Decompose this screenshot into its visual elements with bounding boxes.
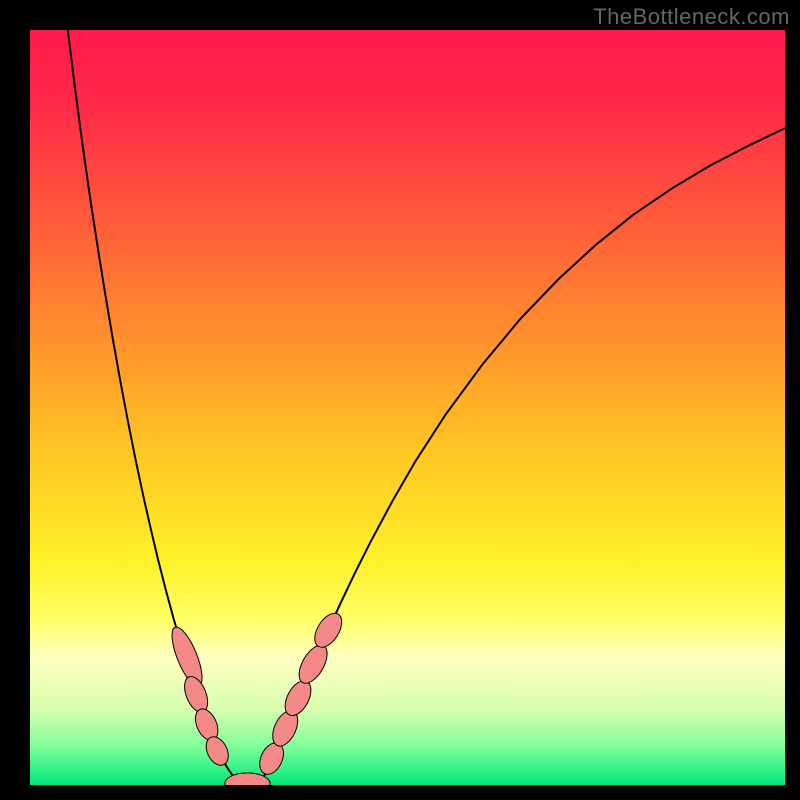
plot-area: [30, 30, 785, 785]
chart-svg: [30, 30, 785, 785]
watermark-text: TheBottleneck.com: [593, 4, 790, 30]
chart-frame: TheBottleneck.com: [0, 0, 800, 800]
background-gradient: [30, 30, 785, 785]
